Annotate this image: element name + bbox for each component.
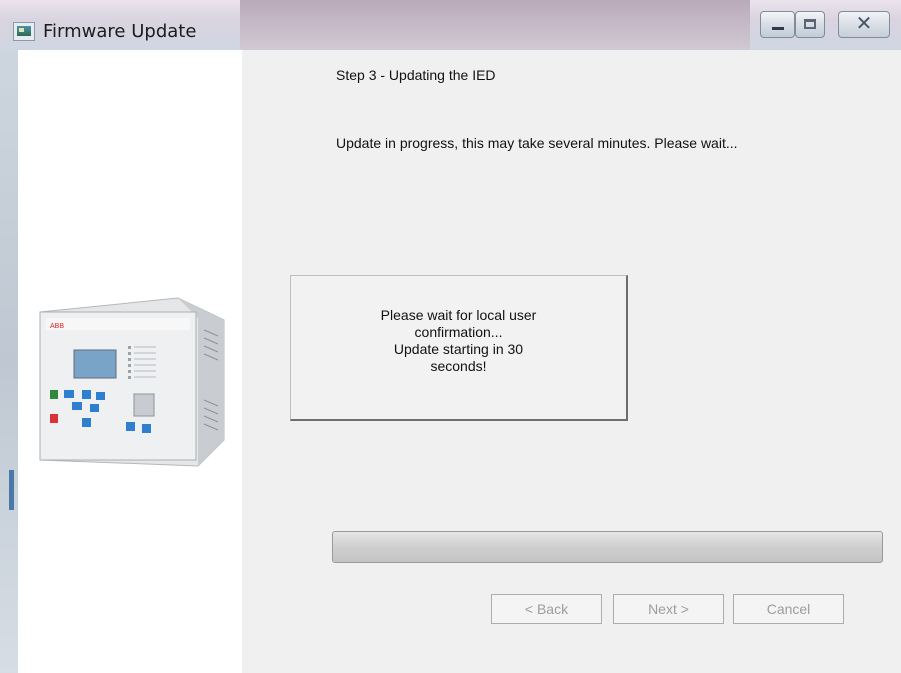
update-progress-bar — [332, 531, 883, 563]
window-title: Firmware Update — [43, 21, 197, 42]
next-button[interactable]: Next > — [613, 594, 724, 624]
step-title: Step 3 - Updating the IED — [336, 67, 496, 83]
status-text: Update in progress, this may take severa… — [336, 135, 738, 151]
ied-device-image: ABB — [39, 297, 225, 467]
device-image-panel: ABB — [18, 50, 242, 673]
cancel-button[interactable]: Cancel — [733, 594, 844, 624]
close-icon: ✕ — [855, 13, 873, 35]
window-frame-left — [0, 50, 18, 673]
minimize-button[interactable] — [760, 11, 795, 38]
confirmation-message-box: Please wait for local user confirmation.… — [290, 275, 628, 421]
firmware-update-window: Firmware Update ✕ ABB Step 3 - Updating … — [0, 0, 901, 673]
title-bar[interactable]: Firmware Update ✕ — [0, 0, 901, 50]
device-brand: ABB — [50, 323, 64, 330]
confirmation-message: Please wait for local user confirmation.… — [380, 306, 537, 374]
close-button[interactable]: ✕ — [838, 11, 890, 38]
back-button[interactable]: < Back — [491, 594, 602, 624]
wizard-content-panel: Step 3 - Updating the IED Update in prog… — [242, 50, 901, 673]
minimize-icon — [772, 27, 784, 30]
maximize-icon — [804, 19, 816, 29]
maximize-button[interactable] — [795, 11, 825, 38]
app-icon — [13, 22, 35, 41]
wizard-client-area: ABB Step 3 - Updating the IED Update in … — [18, 50, 901, 673]
